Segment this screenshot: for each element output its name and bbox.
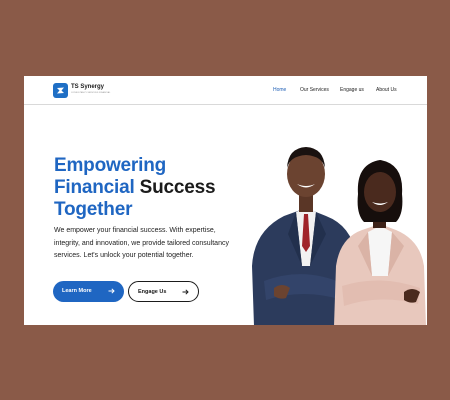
hero-photo (252, 147, 426, 325)
brand-tagline: CONSULTANCY SERVICES FINANCIAL (71, 92, 111, 94)
headline-success: Success (139, 177, 216, 198)
nav-about-us[interactable]: About Us (376, 87, 397, 93)
nav-home[interactable]: Home (273, 87, 286, 93)
headline-together: Together (54, 199, 133, 220)
engage-us-button[interactable]: Engage Us (128, 281, 199, 302)
nav-our-services[interactable]: Our Services (300, 87, 329, 93)
nav-engage-us[interactable]: Engage us (340, 87, 364, 93)
arrow-right-icon (182, 289, 189, 297)
learn-more-label: Learn More (62, 288, 92, 294)
engage-us-label: Engage Us (138, 289, 167, 295)
site-header: TS Synergy CONSULTANCY SERVICES FINANCIA… (24, 76, 427, 105)
hero-description: We empower your financial success. With … (54, 227, 229, 259)
headline-financial: Financial (54, 177, 135, 198)
learn-more-button[interactable]: Learn More (53, 281, 124, 302)
brand-name[interactable]: TS Synergy (71, 84, 104, 90)
headline-empowering: Empowering (54, 155, 167, 176)
hero-headline: Empowering Financial Success Together (54, 155, 216, 221)
website-frame: TS Synergy CONSULTANCY SERVICES FINANCIA… (24, 76, 427, 325)
arrow-right-icon (108, 288, 115, 296)
ts-logo-icon[interactable] (53, 83, 68, 98)
